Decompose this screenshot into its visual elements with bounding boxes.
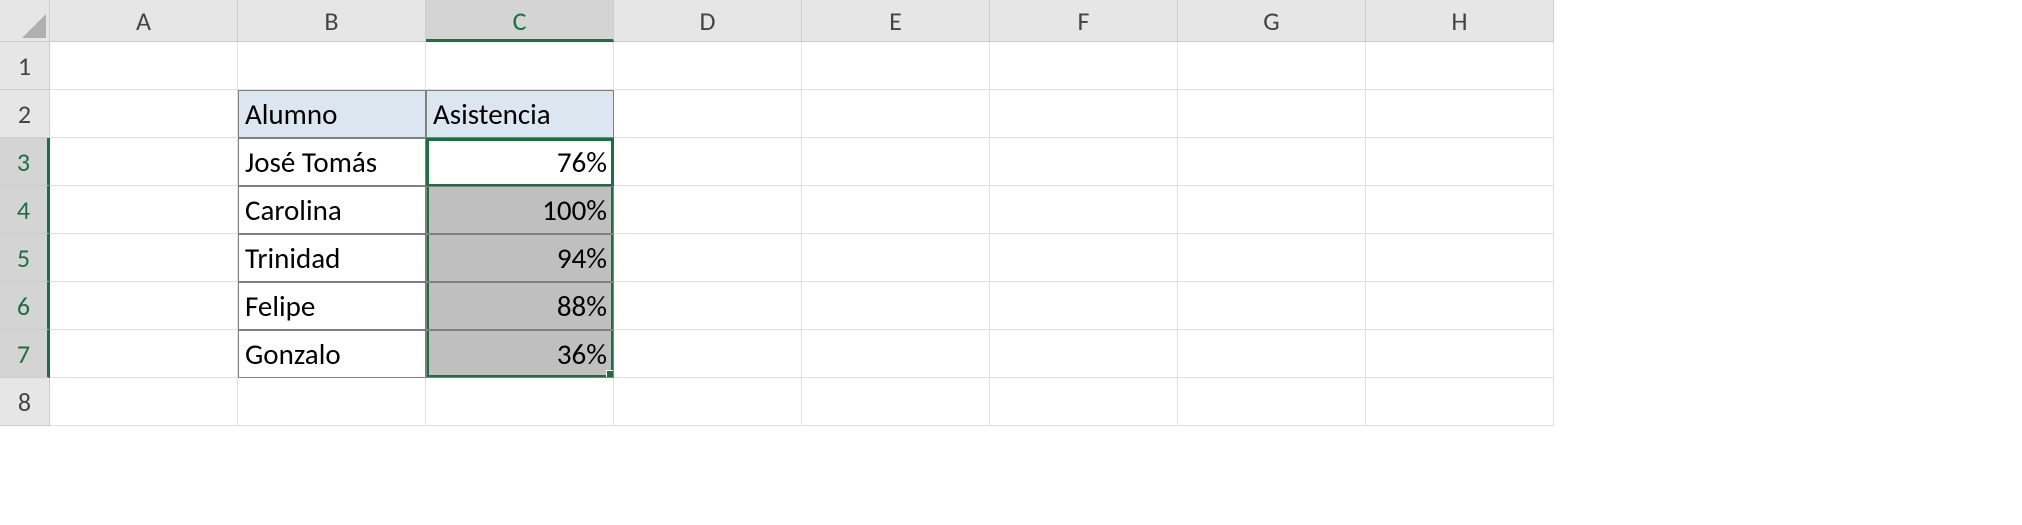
cell-H8[interactable]: [1366, 378, 1554, 426]
cell-D3[interactable]: [614, 138, 802, 186]
row-header-8[interactable]: 8: [0, 378, 50, 426]
cell-B1[interactable]: [238, 42, 426, 90]
row-header-1[interactable]: 1: [0, 42, 50, 90]
row-header-3[interactable]: 3: [0, 138, 50, 186]
cell-H5[interactable]: [1366, 234, 1554, 282]
cell-G8[interactable]: [1178, 378, 1366, 426]
cell-C2[interactable]: Asistencia: [426, 90, 614, 138]
cell-D7[interactable]: [614, 330, 802, 378]
col-header-D[interactable]: D: [614, 0, 802, 42]
cell-B8[interactable]: [238, 378, 426, 426]
cell-H4[interactable]: [1366, 186, 1554, 234]
cell-B2[interactable]: Alumno: [238, 90, 426, 138]
row-header-5[interactable]: 5: [0, 234, 50, 282]
cell-C1[interactable]: [426, 42, 614, 90]
cell-E8[interactable]: [802, 378, 990, 426]
cell-C8[interactable]: [426, 378, 614, 426]
cell-D2[interactable]: [614, 90, 802, 138]
cell-E1[interactable]: [802, 42, 990, 90]
cell-C7[interactable]: 36%: [426, 330, 614, 378]
row-header-4[interactable]: 4: [0, 186, 50, 234]
col-header-G[interactable]: G: [1178, 0, 1366, 42]
cell-E3[interactable]: [802, 138, 990, 186]
cell-F1[interactable]: [990, 42, 1178, 90]
cell-E7[interactable]: [802, 330, 990, 378]
cell-B5[interactable]: Trinidad: [238, 234, 426, 282]
select-all-corner[interactable]: [0, 0, 50, 42]
cell-G7[interactable]: [1178, 330, 1366, 378]
cell-H1[interactable]: [1366, 42, 1554, 90]
cell-G6[interactable]: [1178, 282, 1366, 330]
cell-G2[interactable]: [1178, 90, 1366, 138]
cell-E4[interactable]: [802, 186, 990, 234]
col-header-H[interactable]: H: [1366, 0, 1554, 42]
cell-A4[interactable]: [50, 186, 238, 234]
col-header-B[interactable]: B: [238, 0, 426, 42]
cell-D1[interactable]: [614, 42, 802, 90]
row-header-2[interactable]: 2: [0, 90, 50, 138]
cell-H2[interactable]: [1366, 90, 1554, 138]
cell-F3[interactable]: [990, 138, 1178, 186]
row-header-6[interactable]: 6: [0, 282, 50, 330]
cell-F6[interactable]: [990, 282, 1178, 330]
cell-G4[interactable]: [1178, 186, 1366, 234]
cell-B6[interactable]: Felipe: [238, 282, 426, 330]
cell-D5[interactable]: [614, 234, 802, 282]
cell-A7[interactable]: [50, 330, 238, 378]
cell-D8[interactable]: [614, 378, 802, 426]
cell-B3[interactable]: José Tomás: [238, 138, 426, 186]
cell-H7[interactable]: [1366, 330, 1554, 378]
col-header-E[interactable]: E: [802, 0, 990, 42]
cell-G5[interactable]: [1178, 234, 1366, 282]
cell-A8[interactable]: [50, 378, 238, 426]
cell-A5[interactable]: [50, 234, 238, 282]
col-header-C[interactable]: C: [426, 0, 614, 42]
row-header-7[interactable]: 7: [0, 330, 50, 378]
cell-D6[interactable]: [614, 282, 802, 330]
cell-G1[interactable]: [1178, 42, 1366, 90]
spreadsheet-grid[interactable]: A B C D E F G H 1 2 Alumno Asistencia 3 …: [0, 0, 2022, 426]
cell-H3[interactable]: [1366, 138, 1554, 186]
cell-A1[interactable]: [50, 42, 238, 90]
cell-F2[interactable]: [990, 90, 1178, 138]
cell-H6[interactable]: [1366, 282, 1554, 330]
cell-F4[interactable]: [990, 186, 1178, 234]
cell-F5[interactable]: [990, 234, 1178, 282]
col-header-F[interactable]: F: [990, 0, 1178, 42]
cell-C4[interactable]: 100%: [426, 186, 614, 234]
cell-A3[interactable]: [50, 138, 238, 186]
cell-D4[interactable]: [614, 186, 802, 234]
col-header-A[interactable]: A: [50, 0, 238, 42]
cell-C3[interactable]: 76%: [426, 138, 614, 186]
cell-C5[interactable]: 94%: [426, 234, 614, 282]
cell-F7[interactable]: [990, 330, 1178, 378]
cell-E2[interactable]: [802, 90, 990, 138]
cell-G3[interactable]: [1178, 138, 1366, 186]
cell-C6[interactable]: 88%: [426, 282, 614, 330]
cell-A2[interactable]: [50, 90, 238, 138]
cell-E6[interactable]: [802, 282, 990, 330]
cell-A6[interactable]: [50, 282, 238, 330]
cell-B4[interactable]: Carolina: [238, 186, 426, 234]
cell-E5[interactable]: [802, 234, 990, 282]
cell-F8[interactable]: [990, 378, 1178, 426]
cell-B7[interactable]: Gonzalo: [238, 330, 426, 378]
